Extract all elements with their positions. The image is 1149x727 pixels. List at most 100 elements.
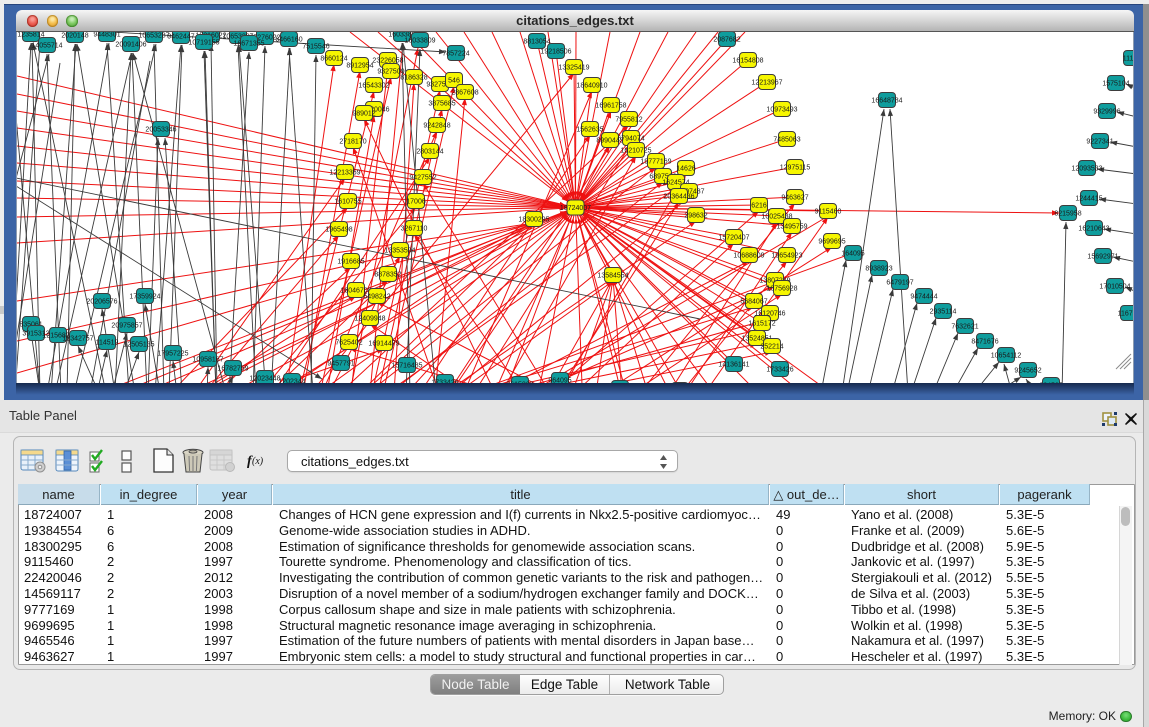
svg-text:9457791: 9457791 — [327, 360, 354, 367]
svg-text:10654112: 10654112 — [991, 352, 1022, 359]
svg-text:9245652: 9245652 — [1014, 367, 1041, 374]
svg-text:924565: 924565 — [1039, 382, 1062, 383]
svg-text:7632621: 7632621 — [951, 323, 978, 330]
svg-text:8878352: 8878352 — [374, 271, 401, 278]
svg-text:9227341: 9227341 — [1086, 138, 1113, 145]
svg-text:18724007: 18724007 — [560, 204, 591, 211]
svg-text:20053346: 20053346 — [145, 126, 176, 133]
svg-text:17010504: 17010504 — [1099, 283, 1130, 290]
svg-text:16914479: 16914479 — [368, 340, 399, 347]
svg-text:116753: 116753 — [1118, 310, 1134, 317]
svg-text:20364436: 20364436 — [663, 193, 694, 200]
svg-text:11175: 11175 — [1123, 55, 1134, 62]
svg-text:6216: 6216 — [751, 202, 767, 209]
svg-text:3267110: 3267110 — [401, 225, 428, 232]
svg-text:1575104: 1575104 — [1102, 80, 1129, 87]
svg-text:2020148: 2020148 — [61, 32, 88, 39]
svg-text:1733426: 1733426 — [431, 379, 458, 383]
svg-text:7955812: 7955812 — [615, 116, 642, 123]
svg-text:2803144: 2803144 — [416, 148, 443, 155]
svg-text:13495759: 13495759 — [776, 223, 807, 230]
svg-text:16154808: 16154808 — [732, 57, 763, 64]
svg-text:6479197: 6479197 — [886, 279, 913, 286]
svg-text:5498242: 5498242 — [363, 293, 390, 300]
svg-text:12409948: 12409948 — [354, 315, 385, 322]
svg-text:3875685: 3875685 — [428, 100, 455, 107]
svg-text:8471676: 8471676 — [971, 338, 998, 345]
svg-text:9474444: 9474444 — [910, 293, 937, 300]
svg-text:10688609: 10688609 — [733, 252, 764, 259]
svg-text:19777169: 19777169 — [640, 158, 671, 165]
svg-text:15716485: 15716485 — [391, 362, 422, 369]
svg-text:(x): (x) — [252, 456, 264, 467]
svg-text:9427552: 9427552 — [409, 174, 436, 181]
svg-text:10756928: 10756928 — [766, 285, 797, 292]
svg-text:17957225: 17957225 — [157, 350, 188, 357]
svg-text:9699695: 9699695 — [818, 238, 845, 245]
svg-text:546: 546 — [448, 77, 460, 84]
svg-text:2935114: 2935114 — [930, 308, 957, 315]
svg-text:16782759: 16782759 — [217, 365, 248, 372]
svg-text:10719155: 10719155 — [188, 39, 219, 46]
svg-text:20091406: 20091406 — [115, 41, 146, 48]
svg-text:164095: 164095 — [841, 250, 864, 257]
svg-text:18300295: 18300295 — [518, 216, 549, 223]
svg-text:114519: 114519 — [96, 339, 119, 346]
svg-text:8813054: 8813054 — [523, 38, 550, 45]
svg-text:8186328: 8186328 — [400, 74, 427, 81]
svg-text:16033809: 16033809 — [404, 37, 435, 44]
svg-text:1965498: 1965498 — [325, 226, 352, 233]
svg-text:16543302: 16543302 — [358, 82, 389, 89]
svg-text:20975857: 20975857 — [111, 322, 142, 329]
svg-text:15692971: 15692971 — [1087, 253, 1118, 260]
svg-text:8215958: 8215958 — [1054, 210, 1081, 217]
svg-text:9115460: 9115460 — [815, 208, 842, 215]
svg-text:252214: 252214 — [760, 343, 783, 350]
svg-text:9329996: 9329996 — [1093, 108, 1120, 115]
svg-text:1610755: 1610755 — [334, 198, 361, 205]
svg-text:12505135: 12505135 — [123, 341, 154, 348]
svg-text:7485063: 7485063 — [773, 136, 800, 143]
svg-text:19654923: 19654923 — [771, 252, 802, 259]
svg-text:989012: 989012 — [352, 110, 375, 117]
svg-text:2087682: 2087682 — [713, 36, 740, 43]
svg-text:12213369: 12213369 — [329, 169, 360, 176]
svg-text:12213967: 12213967 — [751, 79, 782, 86]
svg-text:15720407: 15720407 — [718, 234, 749, 241]
svg-text:12023448: 12023448 — [249, 375, 280, 382]
svg-text:1562635: 1562635 — [576, 126, 603, 133]
svg-text:17359924: 17359924 — [129, 293, 160, 300]
svg-text:8938923: 8938923 — [865, 265, 892, 272]
svg-text:7857224: 7857224 — [442, 50, 469, 57]
svg-text:8660124: 8660124 — [320, 55, 347, 62]
svg-text:298632: 298632 — [684, 212, 707, 219]
svg-text:16648784: 16648784 — [871, 97, 902, 104]
svg-text:964095: 964095 — [548, 377, 571, 383]
svg-text:9463627: 9463627 — [781, 194, 808, 201]
svg-text:10958167: 10958167 — [192, 356, 223, 363]
svg-text:9448301: 9448301 — [93, 32, 120, 38]
svg-text:12975115: 12975115 — [780, 164, 811, 171]
svg-text:14136141: 14136141 — [718, 361, 749, 368]
svg-text:13325419: 13325419 — [558, 64, 589, 71]
svg-text:5684067: 5684067 — [740, 298, 767, 305]
svg-text:14626: 14626 — [676, 165, 696, 172]
svg-text:17006: 17006 — [406, 198, 426, 205]
svg-text:1244415: 1244415 — [1075, 195, 1102, 202]
svg-text:19218506: 19218506 — [540, 48, 571, 55]
svg-text:12093533: 12093533 — [1071, 165, 1102, 172]
svg-text:1916685: 1916685 — [337, 258, 364, 265]
svg-text:1615172: 1615172 — [748, 320, 775, 327]
svg-text:7515546: 7515546 — [302, 43, 329, 50]
svg-text:16210643: 16210643 — [1078, 225, 1109, 232]
svg-text:6794074: 6794074 — [617, 135, 644, 142]
svg-text:9615223: 9615223 — [506, 381, 533, 383]
svg-text:6466160: 6466160 — [275, 36, 302, 43]
svg-text:1733426: 1733426 — [766, 366, 793, 373]
svg-text:7625402: 7625402 — [335, 339, 362, 346]
svg-text:13584554: 13584554 — [597, 272, 628, 279]
svg-text:10653287: 10653287 — [138, 32, 169, 39]
svg-text:20206576: 20206576 — [86, 298, 117, 305]
svg-text:16961758: 16961758 — [595, 102, 626, 109]
svg-text:2718170: 2718170 — [339, 138, 366, 145]
